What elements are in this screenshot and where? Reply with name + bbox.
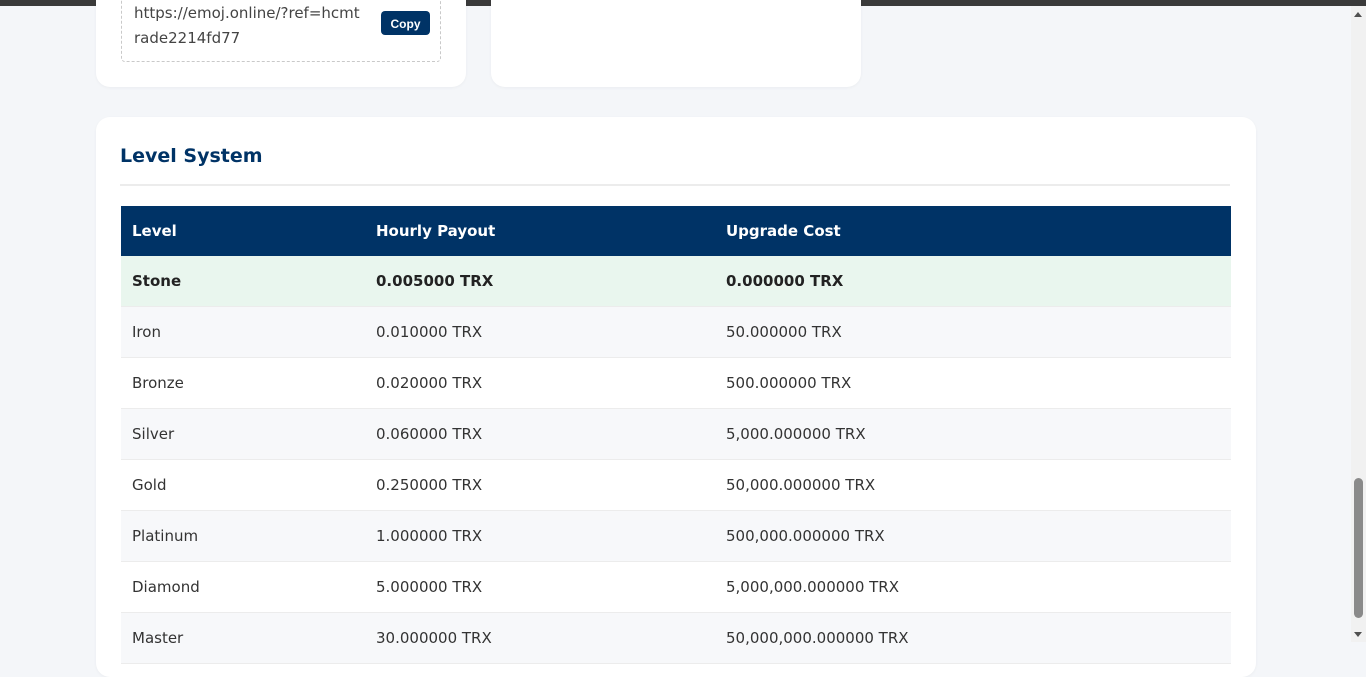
cost-cell: 500,000.000000 TRX (715, 510, 1231, 562)
table-row: Master 30.000000 TRX 50,000,000.000000 T… (121, 612, 1231, 664)
table-row: Bronze 0.020000 TRX 500.000000 TRX (121, 357, 1231, 409)
level-system-title: Level System (120, 145, 263, 167)
cost-cell: 5,000.000000 TRX (715, 408, 1231, 460)
scrollbar-thumb[interactable] (1354, 478, 1363, 618)
level-cell: Silver (121, 408, 365, 460)
payout-cell: 5.000000 TRX (365, 561, 715, 613)
level-cell: Platinum (121, 510, 365, 562)
level-cell: Bronze (121, 357, 365, 409)
payout-cell: 0.010000 TRX (365, 306, 715, 358)
blank-card (491, 0, 861, 87)
level-cell: Gold (121, 459, 365, 511)
cost-cell: 50,000.000000 TRX (715, 459, 1231, 511)
cost-cell: 50,000,000.000000 TRX (715, 612, 1231, 664)
level-system-card: Level System Level Hourly Payout Upgrade… (96, 117, 1256, 677)
scroll-up-arrow-icon[interactable] (1354, 12, 1362, 17)
cost-cell: 500.000000 TRX (715, 357, 1231, 409)
level-cell: Diamond (121, 561, 365, 613)
table-row: Silver 0.060000 TRX 5,000.000000 TRX (121, 408, 1231, 460)
payout-cell: 0.020000 TRX (365, 357, 715, 409)
title-divider (120, 184, 1230, 186)
table-row: Iron 0.010000 TRX 50.000000 TRX (121, 306, 1231, 358)
payout-cell: 30.000000 TRX (365, 612, 715, 664)
cost-cell: 50.000000 TRX (715, 306, 1231, 358)
column-header-level: Level (121, 206, 365, 256)
scroll-down-arrow-icon[interactable] (1354, 632, 1362, 637)
referral-link-box: https://emoj.online/?ref=hcmtrade2214fd7… (121, 0, 441, 62)
table-header-row: Level Hourly Payout Upgrade Cost (121, 206, 1231, 256)
column-header-hourly-payout: Hourly Payout (365, 206, 715, 256)
cost-cell: 0.000000 TRX (715, 256, 1231, 307)
level-cell: Master (121, 612, 365, 664)
table-row: Stone 0.005000 TRX 0.000000 TRX (121, 256, 1231, 307)
table-row: Gold 0.250000 TRX 50,000.000000 TRX (121, 459, 1231, 511)
table-row: Platinum 1.000000 TRX 500,000.000000 TRX (121, 510, 1231, 562)
referral-link-text: https://emoj.online/?ref=hcmtrade2214fd7… (134, 4, 360, 47)
level-cell: Stone (121, 256, 365, 307)
table-row: Diamond 5.000000 TRX 5,000,000.000000 TR… (121, 561, 1231, 613)
payout-cell: 0.005000 TRX (365, 256, 715, 307)
payout-cell: 0.060000 TRX (365, 408, 715, 460)
payout-cell: 0.250000 TRX (365, 459, 715, 511)
cost-cell: 5,000,000.000000 TRX (715, 561, 1231, 613)
column-header-upgrade-cost: Upgrade Cost (715, 206, 1231, 256)
payout-cell: 1.000000 TRX (365, 510, 715, 562)
copy-button[interactable]: Copy (381, 11, 430, 35)
referral-card: https://emoj.online/?ref=hcmtrade2214fd7… (96, 0, 466, 87)
level-cell: Iron (121, 306, 365, 358)
level-table: Level Hourly Payout Upgrade Cost Stone 0… (121, 206, 1231, 664)
